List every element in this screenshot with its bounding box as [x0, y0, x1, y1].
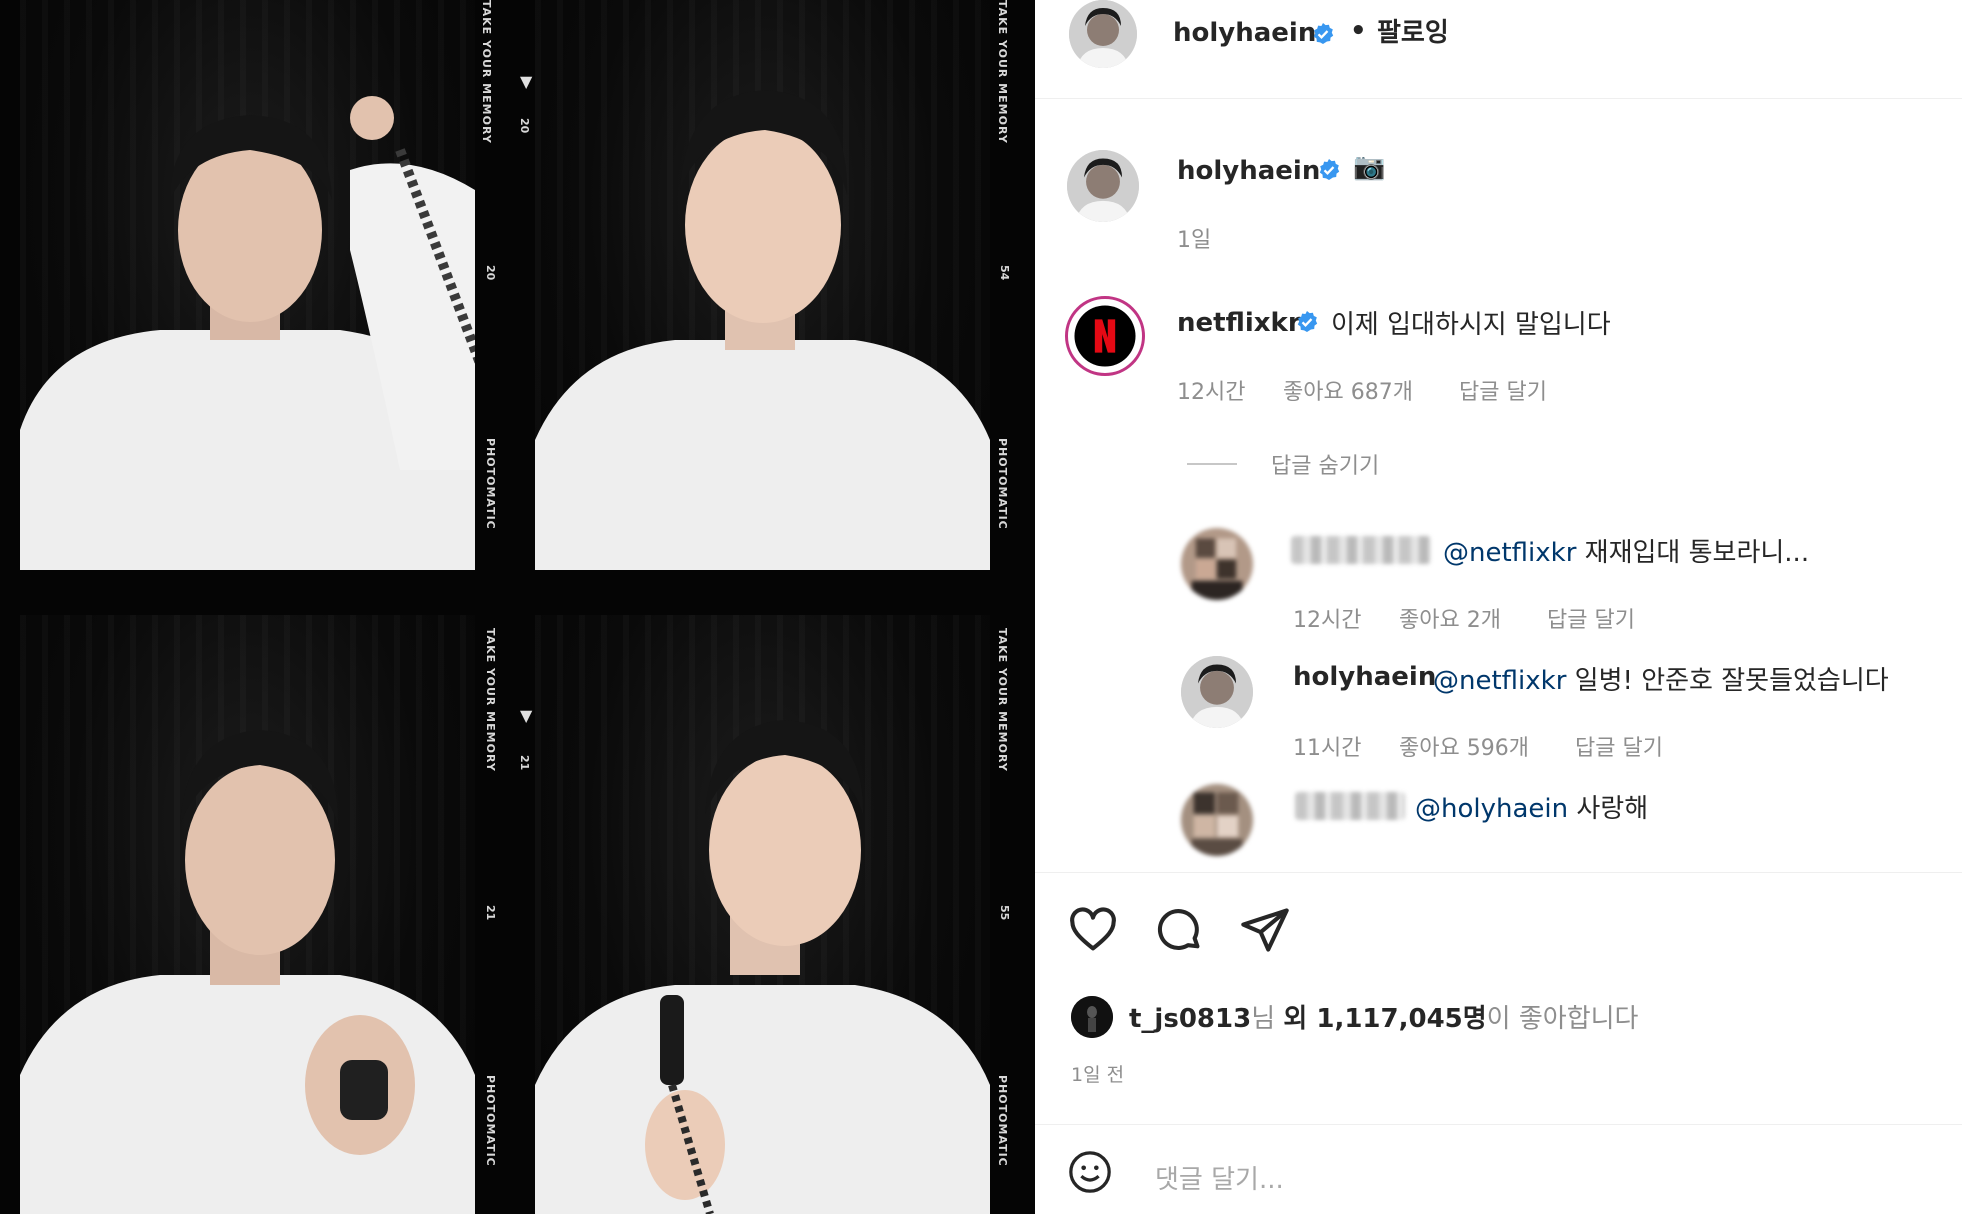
- liker-avatar[interactable]: [1071, 996, 1113, 1038]
- share-send-icon[interactable]: [1239, 904, 1291, 956]
- strip-arrow: ▼: [520, 72, 533, 91]
- strip-number: 55: [998, 905, 1011, 921]
- strip-number: 54: [998, 265, 1011, 281]
- caption-time[interactable]: 1일: [1177, 222, 1211, 254]
- reply-body: 일병! 안준호 잘못들었습니다: [1574, 666, 1889, 696]
- emoji-smiley-icon[interactable]: [1067, 1149, 1113, 1195]
- reply-button[interactable]: 답글 달기: [1459, 374, 1547, 406]
- hide-replies-button[interactable]: 답글 숨기기: [1271, 448, 1379, 480]
- comment-username[interactable]: netflixkr: [1177, 308, 1301, 338]
- strip-label: PHOTOMATIC: [484, 1075, 497, 1167]
- reply-text: @netflixkr 재재입대 통보라니...: [1443, 532, 1809, 569]
- caption-username[interactable]: holyhaein: [1177, 156, 1320, 186]
- reply-mention[interactable]: @holyhaein: [1415, 794, 1568, 824]
- reply-likes[interactable]: 좋아요 2개: [1399, 602, 1501, 634]
- avatar[interactable]: [1067, 150, 1139, 222]
- action-bar: [1035, 872, 1962, 873]
- strip-label: PHOTOMATIC: [484, 438, 497, 530]
- person-figure: [535, 720, 990, 1214]
- likes-summary: t_js0813님 외 1,117,045명이 좋아합니다: [1129, 998, 1638, 1035]
- blurred-username: [1295, 792, 1405, 820]
- likes-suffix: 님: [1251, 1004, 1284, 1034]
- reply-body: 재재입대 통보라니...: [1584, 538, 1810, 568]
- photo-frame: [535, 615, 990, 1214]
- blurred-username: [1291, 536, 1431, 564]
- photo-frame: [20, 615, 475, 1214]
- photo-frame: [535, 0, 990, 570]
- comment-bar: 댓글 달기...: [1035, 1124, 1962, 1215]
- post-header: holyhaein • 팔로잉: [1035, 0, 1962, 99]
- verified-badge-icon: [1297, 311, 1318, 332]
- reply-text: @holyhaein 사랑해: [1415, 788, 1648, 825]
- strip-label: PHOTOMATIC: [996, 438, 1009, 530]
- verified-badge-icon: [1319, 159, 1340, 180]
- post-time[interactable]: 1일 전: [1071, 1060, 1124, 1087]
- verified-badge-icon: [1313, 23, 1334, 44]
- reply-time[interactable]: 12시간: [1293, 602, 1361, 634]
- post-author-username[interactable]: holyhaein: [1173, 18, 1316, 48]
- reply-mention[interactable]: @netflixkr: [1433, 666, 1566, 696]
- reply-time[interactable]: 11시간: [1293, 730, 1361, 762]
- following-button[interactable]: 팔로잉: [1377, 12, 1449, 49]
- reply-body: 사랑해: [1576, 794, 1649, 824]
- reply-button[interactable]: 답글 달기: [1547, 602, 1635, 634]
- strip-number: 20: [484, 265, 497, 281]
- netflix-avatar[interactable]: [1065, 296, 1145, 376]
- reply-text: @netflixkr 일병! 안준호 잘못들었습니다: [1433, 660, 1889, 697]
- person-figure: [20, 730, 475, 1214]
- strip-label: TAKE YOUR MEMORY: [996, 628, 1009, 772]
- strip-arrow: ▼: [520, 706, 533, 725]
- photo-frame: [20, 0, 475, 570]
- strip-number: 20: [518, 118, 531, 134]
- strip-label: TAKE YOUR MEMORY: [480, 0, 493, 144]
- comment-likes[interactable]: 좋아요 687개: [1283, 374, 1413, 406]
- reply-likes[interactable]: 좋아요 596개: [1399, 730, 1529, 762]
- comment-time[interactable]: 12시간: [1177, 374, 1245, 406]
- comment-text: 이제 입대하시지 말입니다: [1331, 310, 1611, 340]
- reply-mention[interactable]: @netflixkr: [1443, 538, 1576, 568]
- liker-username[interactable]: t_js0813: [1129, 1004, 1251, 1034]
- strip-label: TAKE YOUR MEMORY: [996, 0, 1009, 144]
- strip-number: 21: [518, 755, 531, 771]
- post-image[interactable]: TAKE YOUR MEMORY ▼ 20 20 PHOTOMATIC TAKE…: [0, 0, 1035, 1214]
- likes-count[interactable]: 1,117,045명: [1316, 1004, 1486, 1034]
- strip-label: TAKE YOUR MEMORY: [484, 628, 497, 772]
- likes-suffix2: 이 좋아합니다: [1486, 1004, 1639, 1034]
- comment-input[interactable]: 댓글 달기...: [1155, 1159, 1284, 1196]
- post-sidebar: holyhaein • 팔로잉 holyhaein 📷 1일 netflixkr…: [1035, 0, 1962, 1214]
- likes-others-label: 외: [1283, 1004, 1317, 1034]
- reply-username[interactable]: holyhaein: [1293, 662, 1436, 692]
- like-heart-icon[interactable]: [1067, 904, 1119, 956]
- person-figure: [535, 90, 990, 570]
- strip-label: PHOTOMATIC: [996, 1075, 1009, 1167]
- caption-camera-emoji: 📷: [1353, 152, 1386, 182]
- strip-number: 21: [484, 905, 497, 921]
- person-figure: [20, 96, 475, 570]
- header-separator: •: [1350, 16, 1367, 46]
- replies-divider: [1187, 463, 1237, 465]
- avatar[interactable]: [1181, 656, 1253, 728]
- reply-button[interactable]: 답글 달기: [1575, 730, 1663, 762]
- avatar[interactable]: [1181, 784, 1253, 856]
- avatar[interactable]: [1069, 0, 1137, 68]
- avatar[interactable]: [1181, 528, 1253, 600]
- comment-bubble-icon[interactable]: [1153, 904, 1205, 956]
